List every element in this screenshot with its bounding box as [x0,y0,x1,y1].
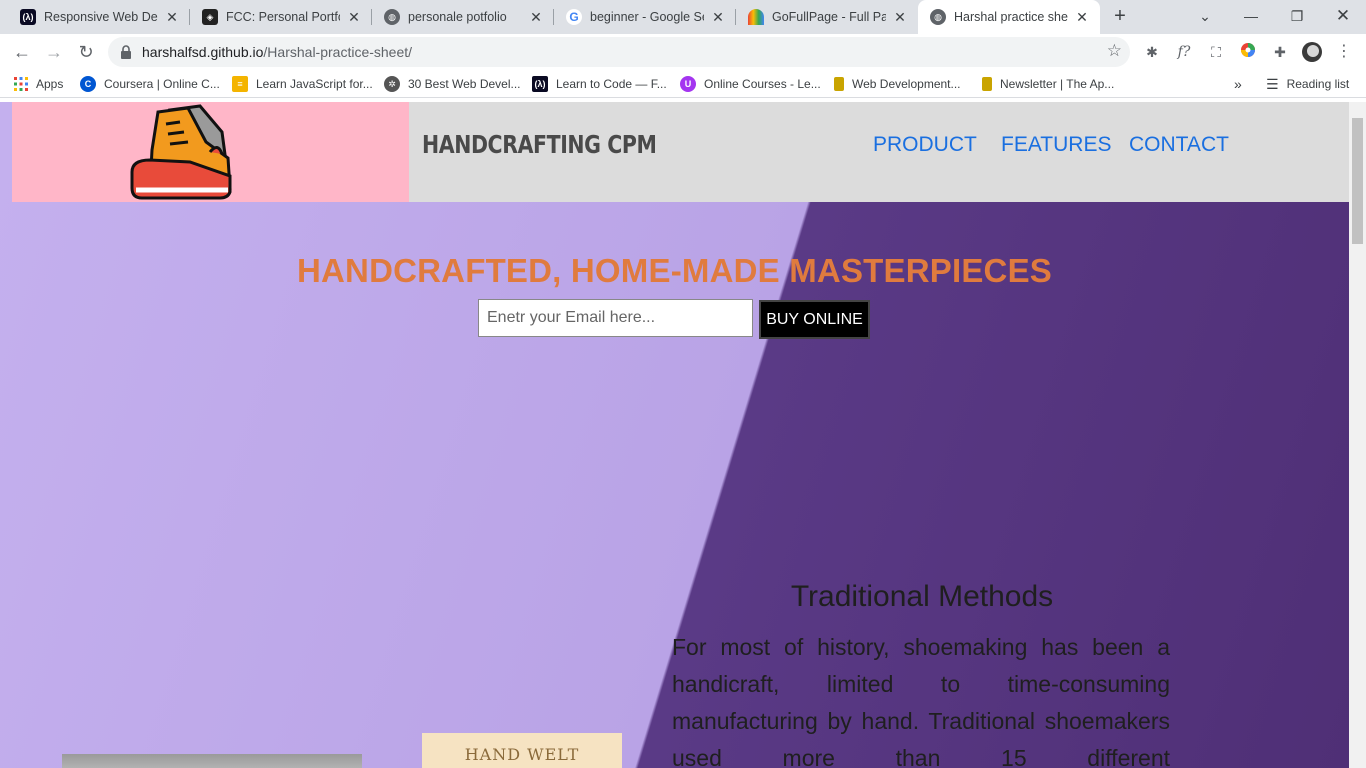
feature-title: Traditional Methods [790,580,1054,613]
font-extension-icon[interactable]: f? [1174,42,1194,62]
bookmark-icon [834,77,844,91]
bookmark-30-best-web[interactable]: ✲ 30 Best Web Devel... [384,75,521,93]
bookmark-label: Online Courses - Le... [704,77,821,91]
fcc-icon: (λ) [20,9,36,25]
globe-icon: ◍ [930,9,946,25]
email-input[interactable] [478,299,753,337]
bookmark-label: Web Development... [852,77,961,91]
tab-harshal-practice-sheet[interactable]: ◍ Harshal practice sheet ✕ [918,0,1100,34]
reading-list[interactable]: ☰ Reading list [1266,75,1349,93]
close-tab-icon[interactable]: ✕ [710,9,726,26]
tab-title: beginner - Google Sea [590,10,704,24]
google-icon: G [566,9,582,25]
tab-title: Harshal practice sheet [954,10,1068,24]
address-bar[interactable]: harshalfsd.github.io/Harshal-practice-sh… [108,37,1130,67]
bookmark-label: Apps [36,77,64,91]
shoe-logo-icon [130,104,232,200]
close-tab-icon[interactable]: ✕ [1074,9,1090,26]
tab-personale-potfolio[interactable]: ◍ personale potfolio ✕ [372,0,554,34]
bookmark-label: Coursera | Online C... [104,77,220,91]
reload-icon[interactable]: ↻ [74,40,98,64]
hero-title: HANDCRAFTED, HOME-MADE MASTERPIECES [296,252,1052,289]
tab-title: Responsive Web Desig [44,10,158,24]
screenshot-extension-icon[interactable]: ⛶ [1206,42,1226,62]
url-host: harshalfsd.github.io [142,44,264,60]
profile-avatar[interactable] [1302,42,1322,62]
back-icon[interactable]: ← [10,40,34,64]
bookmark-learn-javascript[interactable]: ≡ Learn JavaScript for... [232,75,373,93]
bookmark-web-development[interactable]: Web Development... [834,75,961,93]
tab-title: FCC: Personal Portfolio [226,10,340,24]
reading-list-label: Reading list [1286,77,1350,91]
tab-fcc-portfolio[interactable]: ◈ FCC: Personal Portfolio ✕ [190,0,372,34]
gofullpage-icon [748,9,764,25]
scrollbar-thumb[interactable] [1352,118,1363,244]
hand-welt-label: HAND WELT [464,745,580,764]
scrimba-icon: ≡ [232,76,248,92]
bookmark-label: Newsletter | The Ap... [1000,77,1115,91]
extensions-puzzle-icon[interactable]: ✚ [1270,42,1290,62]
brand-title: HANDCRAFTING CPM [422,130,657,159]
bookmark-label: 30 Best Web Devel... [408,77,521,91]
bookmark-label: Learn to Code — F... [556,77,667,91]
restore-icon[interactable]: ❐ [1277,4,1317,30]
nav-product-link[interactable]: PRODUCT [873,133,977,157]
nav-contact-link[interactable]: CONTACT [1129,133,1229,157]
url-path: /Harshal-practice-sheet/ [263,44,413,60]
bookmark-icon [982,77,992,91]
udemy-icon: U [680,76,696,92]
buy-online-button[interactable]: BUY ONLINE [759,300,870,339]
hand-welt-image: HAND WELT [422,733,622,768]
tab-google-search[interactable]: G beginner - Google Sea ✕ [554,0,736,34]
bookmark-apps[interactable]: Apps [14,75,63,93]
bookmark-label: Learn JavaScript for... [256,77,373,91]
color-picker-extension-icon[interactable] [1238,42,1258,62]
bookmark-star-icon[interactable]: ☆ [1107,41,1122,61]
bookmark-learn-to-code[interactable]: (λ) Learn to Code — F... [532,75,667,93]
site-header: HANDCRAFTING CPM PRODUCT FEATURES CONTAC… [12,102,1349,202]
close-tab-icon[interactable]: ✕ [528,9,544,26]
logo-box [12,102,409,202]
bookmarks-bar: Apps C Coursera | Online C... ≡ Learn Ja… [0,70,1366,98]
browser-menu-icon[interactable]: ⋮ [1334,42,1354,62]
lock-icon [121,45,131,59]
tab-search-icon[interactable]: ⌄ [1185,4,1225,30]
close-tab-icon[interactable]: ✕ [892,9,908,26]
nav-features-link[interactable]: FEATURES [1001,133,1111,157]
close-tab-icon[interactable]: ✕ [346,9,362,26]
bookmark-coursera[interactable]: C Coursera | Online C... [80,75,220,93]
tab-title: GoFullPage - Full Page [772,10,886,24]
minimize-icon[interactable]: — [1231,4,1271,30]
new-tab-icon[interactable]: + [1108,5,1132,29]
close-tab-icon[interactable]: ✕ [164,9,180,26]
forward-icon[interactable]: → [42,40,66,64]
hacker-icon: ✲ [384,76,400,92]
codepen-icon: ◈ [202,9,218,25]
feature-description: For most of history, shoemaking has been… [672,634,1170,768]
bug-extension-icon[interactable]: ✱ [1142,42,1162,62]
reading-list-icon: ☰ [1266,75,1279,92]
apps-grid-icon [14,77,28,91]
browser-toolbar: ← → ↻ harshalfsd.github.io/Harshal-pract… [0,34,1366,70]
coursera-icon: C [80,76,96,92]
close-window-icon[interactable]: ✕ [1323,4,1363,30]
tab-gofullpage[interactable]: GoFullPage - Full Page ✕ [736,0,918,34]
tab-strip: (λ) Responsive Web Desig ✕ ◈ FCC: Person… [0,0,1366,34]
globe-icon: ◍ [384,9,400,25]
url-text: harshalfsd.github.io/Harshal-practice-sh… [142,44,412,60]
bookmark-newsletter[interactable]: Newsletter | The Ap... [982,75,1114,93]
page-scrollbar[interactable] [1349,102,1366,768]
tab-responsive-web-design[interactable]: (λ) Responsive Web Desig ✕ [8,0,190,34]
bookmark-online-courses[interactable]: U Online Courses - Le... [680,75,821,93]
page-viewport: HANDCRAFTING CPM PRODUCT FEATURES CONTAC… [0,102,1349,768]
more-bookmarks-icon[interactable]: » [1234,75,1242,93]
tab-title: personale potfolio [408,10,507,24]
product-image [62,754,362,768]
fcc-icon: (λ) [532,76,548,92]
